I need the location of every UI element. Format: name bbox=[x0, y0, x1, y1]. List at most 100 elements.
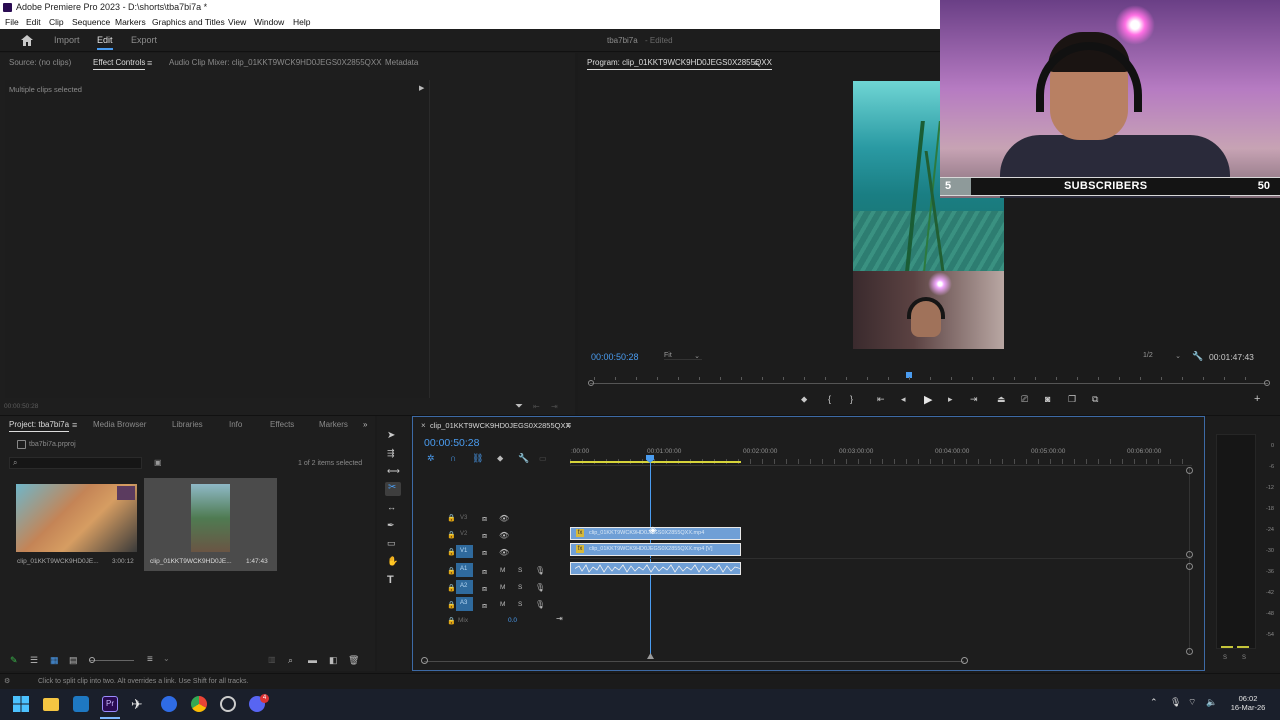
clip-v1[interactable]: fx clip_01KKT9WCK9HD0JEGS0X2855QXX.mp4 [… bbox=[570, 543, 741, 556]
lift-icon[interactable]: ⏏ bbox=[997, 394, 1006, 405]
meter-solo-right[interactable]: S bbox=[1242, 655, 1246, 661]
menu-help[interactable]: Help bbox=[293, 15, 310, 29]
track-target-a3[interactable]: A3 bbox=[456, 597, 473, 611]
program-panel-menu-icon[interactable]: ≡ bbox=[754, 53, 759, 73]
tab-project[interactable]: Project: tba7bi7a bbox=[9, 415, 70, 435]
compare-icon[interactable]: ❐ bbox=[1068, 394, 1076, 405]
sync-lock-icon-a2[interactable]: ⧈ bbox=[482, 584, 487, 594]
zoom-slider-handle[interactable] bbox=[89, 657, 95, 663]
workspace-tab-import[interactable]: Import bbox=[54, 35, 80, 45]
microphone-icon-a2[interactable]: 🎙 bbox=[535, 583, 545, 592]
timeline-playhead-line[interactable] bbox=[650, 463, 651, 659]
program-title[interactable]: Program: clip_01KKT9WCK9HD0JEGS0X2855QXX bbox=[587, 53, 772, 73]
captions-icon[interactable]: ▭ bbox=[539, 454, 547, 463]
scrollbar-handle-top[interactable] bbox=[1186, 467, 1193, 474]
volume-icon[interactable]: 🔈 bbox=[1206, 697, 1217, 708]
windows-start-icon[interactable] bbox=[13, 696, 29, 712]
rectangle-tool-icon[interactable]: ▭ bbox=[387, 538, 396, 549]
workspace-tab-edit[interactable]: Edit bbox=[97, 35, 113, 50]
work-area-bar[interactable] bbox=[570, 461, 741, 463]
program-timecode[interactable]: 00:00:50:28 bbox=[591, 352, 639, 362]
eye-icon-v2[interactable]: 👁 bbox=[499, 531, 509, 540]
icon-view-icon[interactable]: ▦ bbox=[50, 655, 59, 666]
camera-icon[interactable]: ◙ bbox=[1045, 394, 1050, 404]
lock-icon-a3[interactable]: 🔒 bbox=[447, 601, 456, 609]
outlook-icon[interactable] bbox=[73, 696, 89, 712]
lock-icon-a2[interactable]: 🔒 bbox=[447, 584, 456, 592]
selection-tool-icon[interactable]: ➤ bbox=[387, 430, 395, 441]
tab-effects[interactable]: Effects bbox=[270, 415, 294, 435]
mix-end-icon[interactable]: ⇥ bbox=[556, 614, 563, 623]
scrubber-start-handle[interactable] bbox=[588, 380, 594, 386]
track-target-v2[interactable]: V2 bbox=[460, 531, 467, 537]
filter-icon[interactable]: ⏷ bbox=[515, 401, 523, 412]
track-select-tool-icon[interactable]: ⇶ bbox=[387, 448, 395, 459]
menu-view[interactable]: View bbox=[228, 15, 246, 29]
meter-solo-left[interactable]: S bbox=[1223, 655, 1227, 661]
track-target-a2[interactable]: A2 bbox=[456, 580, 473, 594]
chrome-icon[interactable] bbox=[191, 696, 207, 712]
tray-mic-icon[interactable]: 🎙 bbox=[1170, 697, 1181, 708]
clip-a1[interactable] bbox=[570, 562, 741, 575]
add-marker-icon[interactable]: ⬥ bbox=[801, 394, 807, 405]
zoom-handle-right[interactable] bbox=[961, 657, 968, 664]
wifi-icon[interactable]: ⌔ bbox=[1188, 697, 1196, 708]
scrubber-end-handle[interactable] bbox=[1264, 380, 1270, 386]
solo-a3[interactable]: S bbox=[518, 601, 522, 608]
linked-selection-icon[interactable]: ⛓ bbox=[472, 453, 483, 464]
mark-in-icon[interactable]: { bbox=[828, 394, 831, 404]
new-bin-bottom-icon[interactable]: ▬ bbox=[308, 655, 317, 665]
timeline-timecode[interactable]: 00:00:50:28 bbox=[424, 437, 479, 449]
project-item-thumbnail-2[interactable] bbox=[191, 484, 230, 552]
more-tabs-icon[interactable]: » bbox=[363, 415, 367, 435]
safe-margins-icon[interactable]: ⧉ bbox=[1092, 394, 1098, 405]
mute-a2[interactable]: M bbox=[500, 584, 505, 591]
new-bin-icon[interactable]: ▣ bbox=[154, 458, 162, 467]
pen-tool-icon[interactable]: ✒ bbox=[387, 520, 395, 531]
track-scrollbar[interactable] bbox=[1189, 467, 1190, 653]
trash-icon[interactable]: 🗑 bbox=[348, 655, 359, 666]
file-explorer-icon[interactable] bbox=[43, 698, 59, 711]
sync-lock-icon-v1[interactable]: ⧈ bbox=[482, 548, 487, 558]
type-tool-icon[interactable]: T bbox=[387, 574, 394, 586]
premiere-taskbar-icon[interactable]: Pr bbox=[102, 696, 118, 712]
project-search-input[interactable]: ⌕ bbox=[9, 457, 142, 469]
zoom-slider[interactable] bbox=[90, 660, 134, 661]
mute-a3[interactable]: M bbox=[500, 601, 505, 608]
menu-file[interactable]: File bbox=[5, 15, 19, 29]
menu-window[interactable]: Window bbox=[254, 15, 284, 29]
go-to-in-icon[interactable]: ⇤ bbox=[877, 394, 885, 405]
time-ruler[interactable] bbox=[570, 465, 1192, 466]
lock-icon-v3[interactable]: 🔒 bbox=[447, 514, 456, 522]
tab-metadata[interactable]: Metadata bbox=[385, 53, 418, 73]
scrollbar-handle-mid[interactable] bbox=[1186, 551, 1193, 558]
clock[interactable]: 06:02 16-Mar-26 bbox=[1230, 694, 1266, 712]
menu-clip[interactable]: Clip bbox=[49, 15, 64, 29]
scrollbar-handle-lower[interactable] bbox=[1186, 563, 1193, 570]
wrench-icon[interactable]: 🔧 bbox=[1192, 351, 1203, 362]
capcut-icon[interactable]: ✈ bbox=[131, 696, 147, 712]
play-icon[interactable]: ▶ bbox=[924, 393, 932, 406]
snap-icon[interactable]: ∩ bbox=[450, 453, 456, 463]
project-item-thumbnail-1[interactable] bbox=[16, 484, 137, 552]
automate-icon[interactable]: ▥ bbox=[268, 655, 276, 664]
tab-libraries[interactable]: Libraries bbox=[172, 415, 203, 435]
razor-tool-selected[interactable]: ✂ bbox=[385, 482, 401, 496]
lock-icon-v1[interactable]: 🔒 bbox=[447, 548, 456, 556]
resolution-dropdown[interactable]: 1/2 ⌄ bbox=[1143, 352, 1183, 360]
lock-icon-a1[interactable]: 🔒 bbox=[447, 567, 456, 575]
zoom-handle-left[interactable] bbox=[421, 657, 428, 664]
workspace-tab-export[interactable]: Export bbox=[131, 35, 157, 45]
mix-value[interactable]: 0.0 bbox=[508, 617, 517, 624]
tab-markers[interactable]: Markers bbox=[319, 415, 348, 435]
fit-dropdown[interactable]: Fit ⌄ bbox=[664, 352, 702, 360]
pencil-icon[interactable]: ✎ bbox=[10, 655, 18, 666]
tab-info[interactable]: Info bbox=[229, 415, 242, 435]
tray-chevron-icon[interactable]: ⌃ bbox=[1150, 697, 1158, 708]
track-target-v1[interactable]: V1 bbox=[456, 545, 473, 558]
extract-icon[interactable]: ⎚ bbox=[1021, 394, 1028, 405]
scrollbar-handle-bottom[interactable] bbox=[1186, 648, 1193, 655]
home-icon[interactable] bbox=[21, 35, 33, 46]
mark-out-icon[interactable]: } bbox=[850, 394, 853, 404]
step-forward-icon[interactable]: ▸ bbox=[948, 394, 953, 405]
